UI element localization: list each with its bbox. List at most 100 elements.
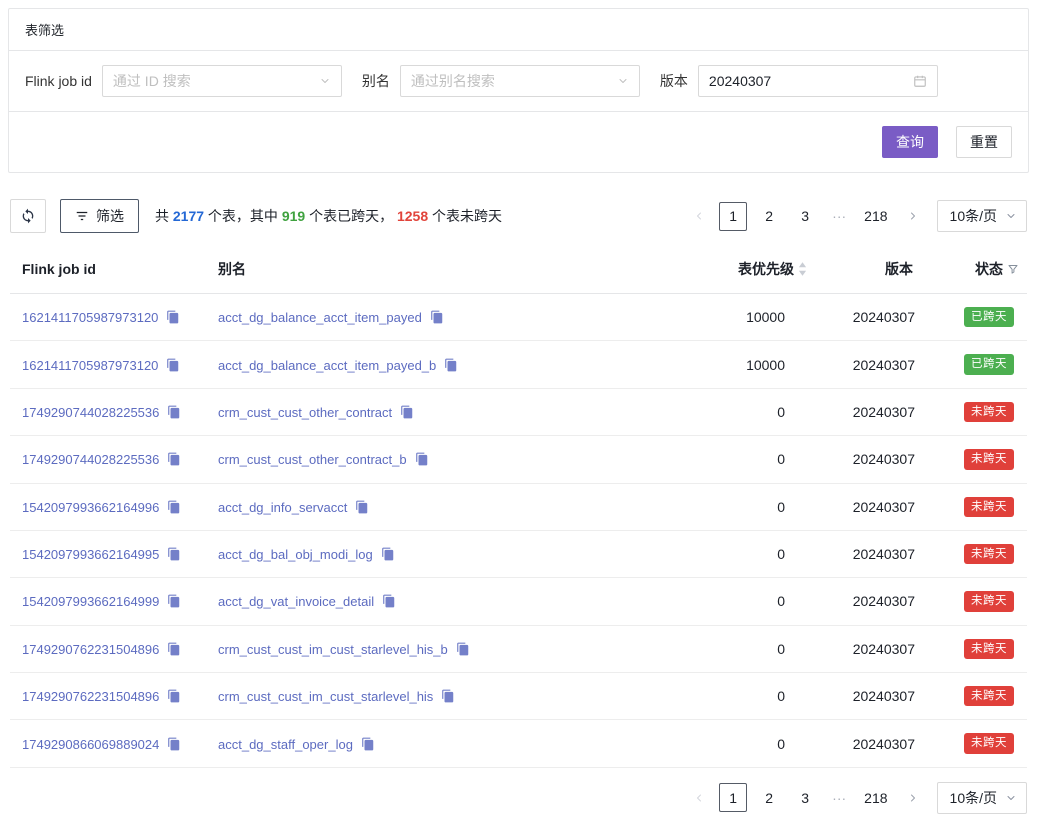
- version-date-input[interactable]: 20240307: [698, 65, 938, 97]
- copy-icon[interactable]: [430, 310, 444, 324]
- filter-funnel-icon[interactable]: [1007, 263, 1019, 275]
- page-ellipsis[interactable]: ···: [827, 208, 851, 224]
- table-row: 1621411705987973120 acct_dg_balance_acct_…: [10, 294, 1027, 341]
- priority-value: 0: [655, 483, 815, 530]
- page-button-218[interactable]: 218: [859, 202, 892, 231]
- flink-job-id-placeholder: 通过 ID 搜索: [113, 71, 191, 91]
- alias-link[interactable]: acct_dg_info_servacct: [218, 500, 347, 515]
- alias-link[interactable]: acct_dg_balance_acct_item_payed: [218, 310, 422, 325]
- refresh-button[interactable]: [10, 199, 46, 233]
- filter-toggle-label: 筛选: [96, 206, 124, 226]
- status-badge: 未跨天: [964, 639, 1014, 659]
- page-button-1[interactable]: 1: [719, 783, 747, 812]
- page-button-2[interactable]: 2: [755, 202, 783, 231]
- copy-icon[interactable]: [167, 689, 181, 703]
- copy-icon[interactable]: [400, 405, 414, 419]
- priority-value: 0: [655, 673, 815, 720]
- page-button-218[interactable]: 218: [859, 783, 892, 812]
- reset-button[interactable]: 重置: [956, 126, 1012, 158]
- copy-icon[interactable]: [444, 358, 458, 372]
- flink-job-id-link[interactable]: 1542097993662164995: [22, 547, 159, 562]
- page-button-2[interactable]: 2: [755, 783, 783, 812]
- prev-page-button[interactable]: [687, 202, 711, 230]
- page-ellipsis[interactable]: ···: [827, 790, 851, 806]
- status-badge: 已跨天: [964, 354, 1014, 374]
- column-header-status[interactable]: 状态: [927, 245, 1027, 294]
- chevron-down-icon: [319, 75, 331, 87]
- flink-job-id-link[interactable]: 1749290866069889024: [22, 737, 159, 752]
- page-size-select[interactable]: 10条/页: [937, 200, 1027, 232]
- filter-card: 表筛选 Flink job id 通过 ID 搜索 别名 通过别名搜索: [8, 8, 1029, 173]
- version-value: 20240307: [815, 341, 927, 388]
- not-crossed-count: 1258: [397, 208, 428, 224]
- bottom-pagination-bar: 123 ··· 218 10条/页: [10, 782, 1027, 814]
- copy-icon[interactable]: [361, 737, 375, 751]
- next-page-button[interactable]: [901, 202, 925, 230]
- alias-select[interactable]: 通过别名搜索: [400, 65, 640, 97]
- copy-icon[interactable]: [167, 737, 181, 751]
- alias-link[interactable]: acct_dg_vat_invoice_detail: [218, 594, 374, 609]
- copy-icon[interactable]: [167, 500, 181, 514]
- alias-link[interactable]: acct_dg_staff_oper_log: [218, 737, 353, 752]
- flink-job-id-link[interactable]: 1621411705987973120: [22, 310, 158, 325]
- flink-job-id-link[interactable]: 1749290744028225536: [22, 405, 159, 420]
- alias-link[interactable]: crm_cust_cust_im_cust_starlevel_his_b: [218, 642, 448, 657]
- flink-job-id-link[interactable]: 1749290744028225536: [22, 452, 159, 467]
- status-badge: 未跨天: [964, 544, 1014, 564]
- version-value: 20240307: [815, 294, 927, 341]
- copy-icon[interactable]: [166, 358, 180, 372]
- table-row: 1749290762231504896 crm_cust_cust_im_cust…: [10, 673, 1027, 720]
- alias-link[interactable]: crm_cust_cust_other_contract_b: [218, 452, 407, 467]
- copy-icon[interactable]: [441, 689, 455, 703]
- copy-icon[interactable]: [381, 547, 395, 561]
- copy-icon[interactable]: [166, 310, 180, 324]
- copy-icon[interactable]: [167, 642, 181, 656]
- chevron-down-icon: [617, 75, 629, 87]
- sort-icon[interactable]: [798, 262, 807, 276]
- copy-icon[interactable]: [382, 594, 396, 608]
- status-badge: 已跨天: [964, 307, 1014, 327]
- flink-job-id-label: Flink job id: [25, 73, 92, 89]
- alias-link[interactable]: acct_dg_balance_acct_item_payed_b: [218, 358, 436, 373]
- page-size-select[interactable]: 10条/页: [937, 782, 1027, 814]
- status-badge: 未跨天: [964, 733, 1014, 753]
- copy-icon[interactable]: [167, 594, 181, 608]
- page-size-value: 10条/页: [950, 788, 997, 808]
- filter-toggle-button[interactable]: 筛选: [60, 199, 139, 233]
- table-row: 1542097993662164996 acct_dg_info_servacct…: [10, 483, 1027, 530]
- flink-job-id-link[interactable]: 1749290762231504896: [22, 642, 159, 657]
- flink-job-id-link[interactable]: 1542097993662164996: [22, 500, 159, 515]
- page-button-3[interactable]: 3: [791, 202, 819, 231]
- alias-link[interactable]: acct_dg_bal_obj_modi_log: [218, 547, 373, 562]
- table-row: 1749290744028225536 crm_cust_cust_other_c…: [10, 436, 1027, 483]
- version-date-value: 20240307: [709, 73, 771, 89]
- flink-job-id-link[interactable]: 1621411705987973120: [22, 358, 158, 373]
- status-badge: 未跨天: [964, 497, 1014, 517]
- chevron-down-icon: [1005, 792, 1017, 804]
- copy-icon[interactable]: [415, 452, 429, 466]
- alias-link[interactable]: crm_cust_cust_other_contract: [218, 405, 392, 420]
- page-button-3[interactable]: 3: [791, 783, 819, 812]
- flink-job-id-link[interactable]: 1749290762231504896: [22, 689, 159, 704]
- alias-link[interactable]: crm_cust_cust_im_cust_starlevel_his: [218, 689, 433, 704]
- page-button-1[interactable]: 1: [719, 202, 747, 231]
- copy-icon[interactable]: [167, 547, 181, 561]
- next-page-button[interactable]: [901, 784, 925, 812]
- filter-list-icon: [75, 209, 89, 223]
- table-row: 1749290762231504896 crm_cust_cust_im_cust…: [10, 625, 1027, 672]
- version-value: 20240307: [815, 388, 927, 435]
- prev-page-button[interactable]: [687, 784, 711, 812]
- flink-job-id-link[interactable]: 1542097993662164999: [22, 594, 159, 609]
- page: 表筛选 Flink job id 通过 ID 搜索 别名 通过别名搜索: [0, 0, 1037, 814]
- copy-icon[interactable]: [167, 405, 181, 419]
- copy-icon[interactable]: [456, 642, 470, 656]
- query-button[interactable]: 查询: [882, 126, 938, 158]
- total-count: 2177: [173, 208, 204, 224]
- column-header-alias: 别名: [210, 245, 655, 294]
- copy-icon[interactable]: [355, 500, 369, 514]
- alias-field: 别名 通过别名搜索: [362, 65, 640, 97]
- copy-icon[interactable]: [167, 452, 181, 466]
- flink-job-id-select[interactable]: 通过 ID 搜索: [102, 65, 342, 97]
- page-size-value: 10条/页: [950, 206, 997, 226]
- column-header-priority[interactable]: 表优先级: [655, 245, 815, 294]
